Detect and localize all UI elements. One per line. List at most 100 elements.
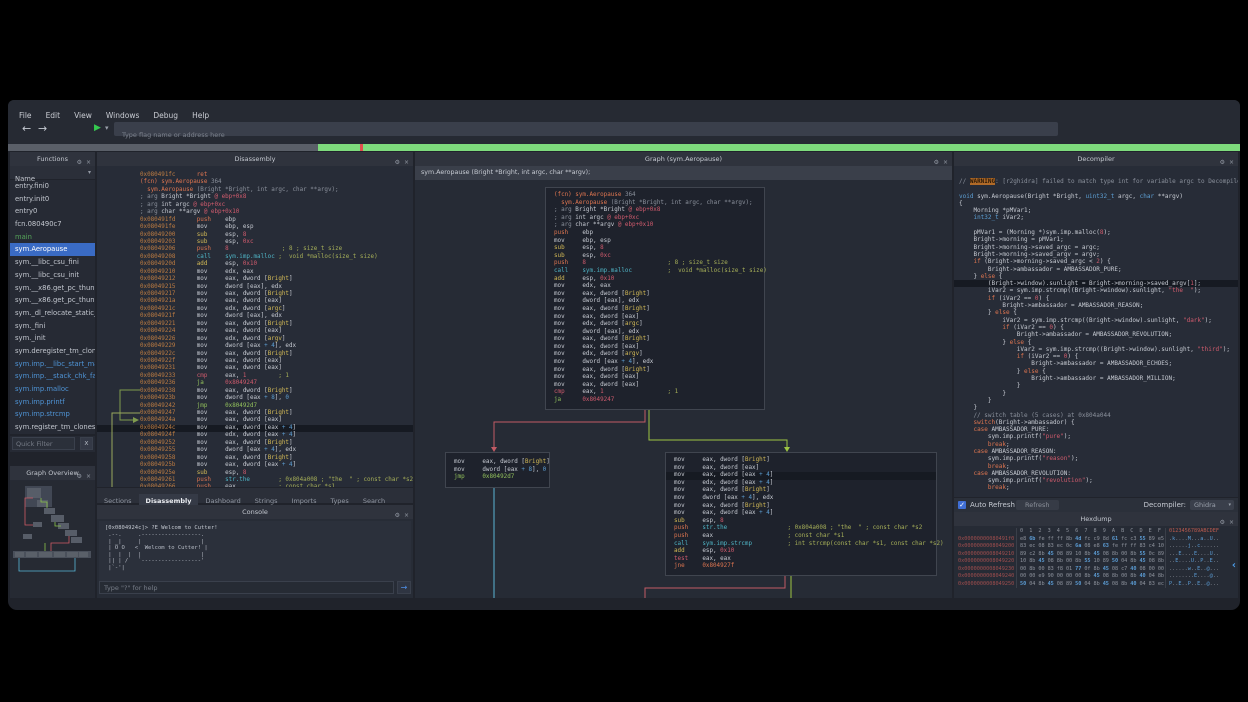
- function-list-item[interactable]: sym.__libc_csu_init: [10, 269, 95, 282]
- code-line[interactable]: if (Bright->morning->saved_argc < 2) {: [954, 258, 1238, 265]
- code-line[interactable]: mov eax, dword [eax]: [546, 314, 764, 322]
- graph-overview-minimap[interactable]: [11, 481, 94, 597]
- hexdump-row[interactable]: 0x000000000804925050048b45088950048b4508…: [958, 581, 1234, 589]
- code-line[interactable]: mov eax, dword [eax + 4]: [666, 472, 936, 480]
- code-line[interactable]: mov eax, dword [Bright]: [666, 503, 936, 511]
- code-line[interactable]: mov edx, dword [argv]: [546, 351, 764, 359]
- auto-refresh-checkbox[interactable]: ✓: [958, 501, 966, 509]
- code-line[interactable]: call sym.imp.malloc ; void *malloc(size_…: [546, 268, 764, 276]
- function-list-item[interactable]: sym.__x86.get_pc_thunk.bp: [10, 282, 95, 295]
- code-line[interactable]: } else {: [954, 339, 1238, 346]
- function-list-item[interactable]: sym._fini: [10, 320, 95, 333]
- code-line[interactable]: Bright->ambassador = AMBASSADOR_PURE;: [954, 266, 1238, 273]
- function-list-item[interactable]: sym.Aeropause: [10, 243, 95, 256]
- code-line[interactable]: Morning *pMVar1;: [954, 207, 1238, 214]
- hexdump-row[interactable]: 0x0000000008049230008b0083f801770f8b4508…: [958, 566, 1234, 574]
- code-line[interactable]: mov dword [eax], edx: [546, 329, 764, 337]
- code-line[interactable]: if (iVar2 == 0) {: [954, 353, 1238, 360]
- code-line[interactable]: jne 0x804927f: [666, 563, 936, 571]
- code-line[interactable]: call sym.imp.strcmp ; int strcmp(const c…: [666, 541, 936, 549]
- code-line[interactable]: test eax, eax: [666, 556, 936, 564]
- function-list-item[interactable]: fcn.080490c7: [10, 218, 95, 231]
- graph-canvas[interactable]: (fcn) sym.Aeropause 364 sym.Aeropause (B…: [415, 180, 952, 598]
- code-line[interactable]: mov edx, dword [argc]: [546, 321, 764, 329]
- code-line[interactable]: mov eax, dword [Bright]: [546, 336, 764, 344]
- function-list-item[interactable]: entry0: [10, 205, 95, 218]
- function-list-item[interactable]: entry.init0: [10, 193, 95, 206]
- code-line[interactable]: mov eax, dword [eax]: [546, 382, 764, 390]
- code-line[interactable]: mov eax, dword [eax]: [546, 344, 764, 352]
- function-list-item[interactable]: sym.imp.strcmp: [10, 408, 95, 421]
- code-line[interactable]: mov eax, dword [Bright]: [446, 459, 549, 467]
- graph-node[interactable]: (fcn) sym.Aeropause 364 sym.Aeropause (B…: [545, 187, 765, 410]
- code-line[interactable]: add esp, 0x10: [666, 548, 936, 556]
- graph-node[interactable]: mov eax, dword [Bright]mov dword [eax + …: [445, 452, 550, 488]
- decompiler-engine-select[interactable]: Ghidra▾: [1190, 500, 1234, 510]
- code-line[interactable]: ; arg char **argv @ ebp+0x10: [546, 222, 764, 230]
- code-line[interactable]: sym.imp.printf("pure");: [954, 433, 1238, 440]
- code-line[interactable]: case AMBASSADOR_REVOLUTION:: [954, 470, 1238, 477]
- code-line[interactable]: if (iVar2 == 0) {: [954, 295, 1238, 302]
- code-line[interactable]: iVar2 = sym.imp.strcmp((Bright->window).…: [954, 317, 1238, 324]
- code-line[interactable]: }: [954, 390, 1238, 397]
- function-list-item[interactable]: sym.deregister_tm_clones: [10, 345, 95, 358]
- code-line[interactable]: push ebp: [546, 230, 764, 238]
- code-line[interactable]: cmp eax, 1 ; 1: [546, 389, 764, 397]
- code-line[interactable]: sub esp, 8: [666, 518, 936, 526]
- function-list-item[interactable]: sym.__libc_csu_fini: [10, 256, 95, 269]
- code-line[interactable]: mov eax, dword [eax + 4]: [666, 510, 936, 518]
- function-list-item[interactable]: entry.fini0: [10, 180, 95, 193]
- code-line[interactable]: mov eax, dword [Bright]: [546, 306, 764, 314]
- code-line[interactable]: mov eax, dword [Bright]: [546, 367, 764, 375]
- code-line[interactable]: mov dword [eax], edx: [546, 298, 764, 306]
- function-list-item[interactable]: sym._dl_relocate_static_pie: [10, 307, 95, 320]
- code-line[interactable]: mov eax, dword [Bright]: [666, 487, 936, 495]
- code-line[interactable]: pMVar1 = (Morning *)sym.imp.malloc(8);: [954, 229, 1238, 236]
- code-line[interactable]: } else {: [954, 368, 1238, 375]
- code-line[interactable]: Bright->morning->saved_argv = argv;: [954, 251, 1238, 258]
- hexdump-row[interactable]: 0x0000000008049220108b45088b008b55108950…: [958, 558, 1234, 566]
- refresh-button[interactable]: Refresh: [1016, 500, 1059, 510]
- hexdump-row[interactable]: 0x000000000804920083ec0883ec0c6a08e863fe…: [958, 543, 1234, 551]
- hexdump-row[interactable]: 0x000000000804921089c28b450889108b45088b…: [958, 551, 1234, 559]
- code-line[interactable]: // switch table (5 cases) at 0x804a044: [954, 412, 1238, 419]
- code-line[interactable]: [954, 222, 1238, 229]
- function-list-item[interactable]: sym.imp.malloc: [10, 383, 95, 396]
- code-line[interactable]: mov eax, dword [eax]: [666, 465, 936, 473]
- graph-node[interactable]: mov eax, dword [Bright]mov eax, dword [e…: [665, 452, 937, 576]
- code-line[interactable]: case AMBASSADOR_REASON:: [954, 448, 1238, 455]
- code-line[interactable]: Bright->ambassador = AMBASSADOR_REVOLUTI…: [954, 331, 1238, 338]
- console-input[interactable]: [99, 581, 394, 594]
- code-line[interactable]: iVar2 = sym.imp.strcmp((Bright->window).…: [954, 287, 1238, 294]
- code-line[interactable]: }: [954, 397, 1238, 404]
- code-line[interactable]: sub esp, 8: [546, 245, 764, 253]
- seek-search-input[interactable]: [114, 128, 1058, 142]
- hexdump-row[interactable]: 0x00000000080491f0e86bfeffff8b4dfcc98d61…: [958, 536, 1234, 544]
- code-line[interactable]: [954, 185, 1238, 192]
- code-line[interactable]: mov dword [eax + 4], edx: [546, 359, 764, 367]
- code-line[interactable]: {: [954, 200, 1238, 207]
- code-line[interactable]: Bright->ambassador = AMBASSADOR_REASON;: [954, 302, 1238, 309]
- code-line[interactable]: } else {: [954, 309, 1238, 316]
- forward-icon[interactable]: →: [38, 122, 47, 135]
- function-list-item[interactable]: main: [10, 231, 95, 244]
- code-line[interactable]: (Bright->window).sunlight = Bright->morn…: [954, 280, 1238, 287]
- code-line[interactable]: add esp, 0x10: [546, 276, 764, 284]
- code-line[interactable]: sym.imp.printf("reason");: [954, 455, 1238, 462]
- back-icon[interactable]: ←: [22, 122, 31, 135]
- code-line[interactable]: }: [954, 404, 1238, 411]
- function-list-item[interactable]: sym.__x86.get_pc_thunk.bx: [10, 294, 95, 307]
- code-line[interactable]: push eax ; const char *s1: [666, 533, 936, 541]
- hexdump-view[interactable]: 0123456789ABCDEF0123456789ABCDEF0x000000…: [958, 528, 1234, 596]
- code-line[interactable]: switch(Bright->ambassador) {: [954, 419, 1238, 426]
- function-list-item[interactable]: sym.register_tm_clones: [10, 421, 95, 434]
- chevron-down-icon[interactable]: ▾: [105, 124, 109, 132]
- code-line[interactable]: mov dword [eax + 4], edx: [666, 495, 936, 503]
- debug-continue-icon[interactable]: ▶: [94, 123, 101, 133]
- code-line[interactable]: break;: [954, 484, 1238, 491]
- code-line[interactable]: break;: [954, 441, 1238, 448]
- code-line[interactable]: jmp 0x80492d7: [446, 474, 549, 482]
- function-list-item[interactable]: sym.imp.printf: [10, 396, 95, 409]
- code-line[interactable]: case AMBASSADOR_PURE:: [954, 426, 1238, 433]
- function-list-item[interactable]: sym._init: [10, 332, 95, 345]
